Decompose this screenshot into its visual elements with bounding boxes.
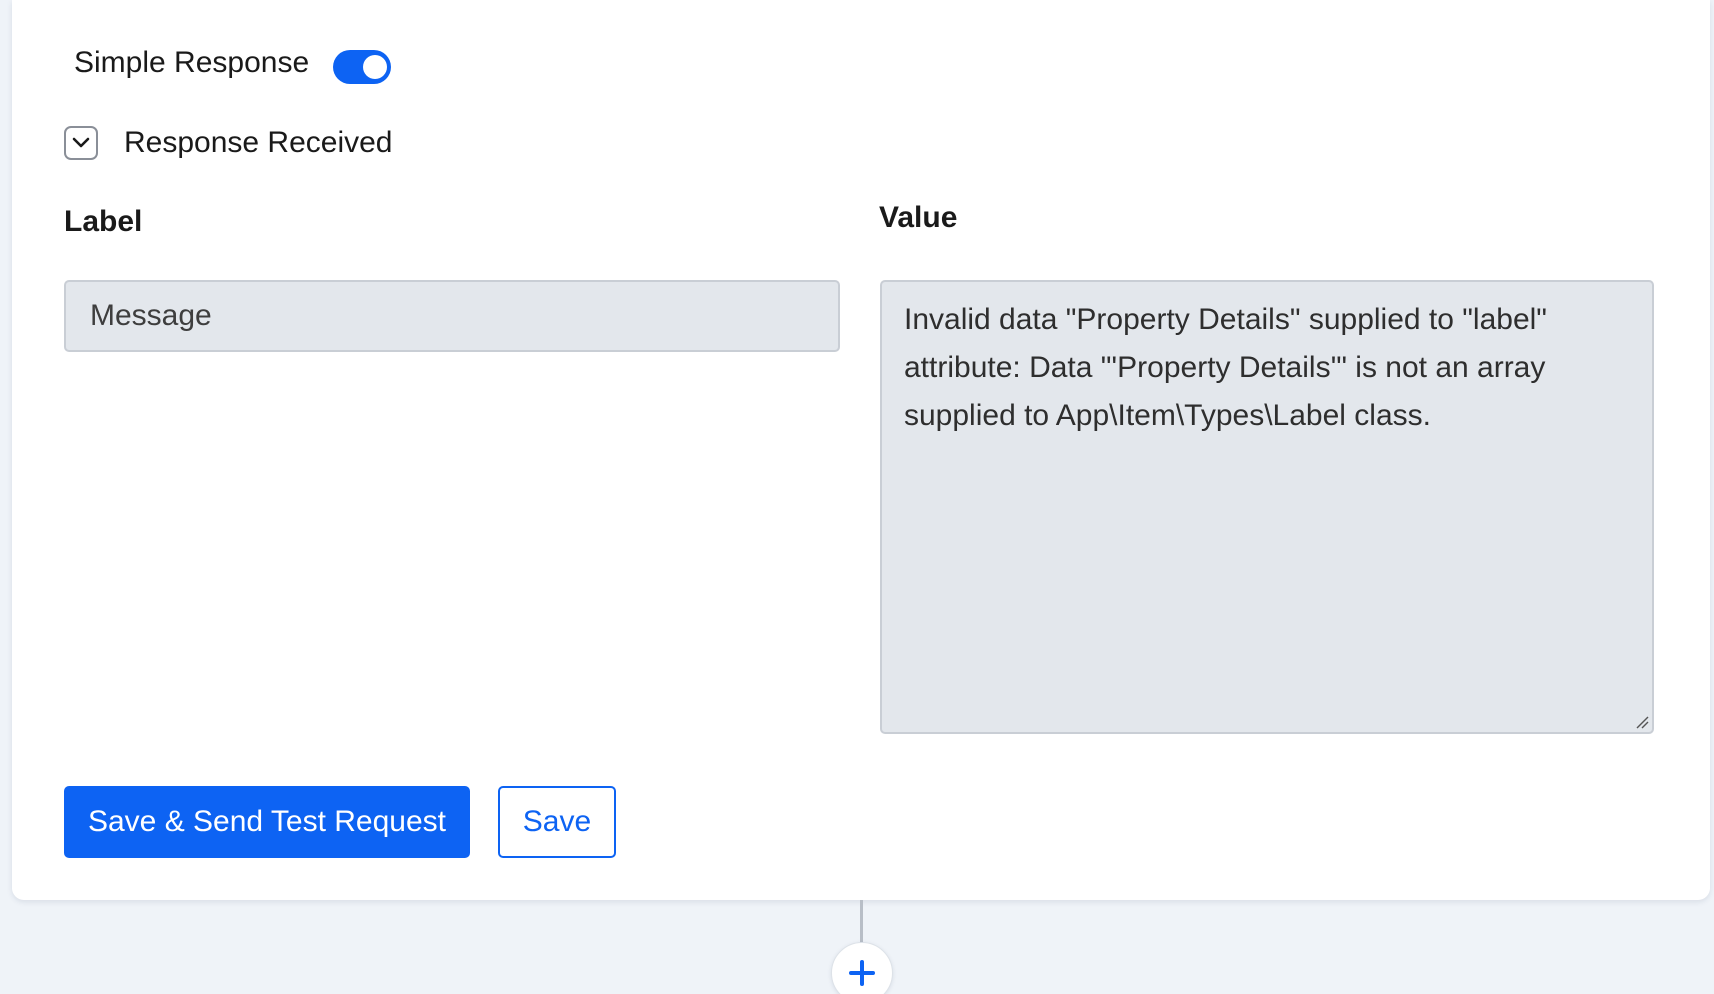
flow-connector-line xyxy=(860,900,863,946)
save-and-send-test-request-button[interactable]: Save & Send Test Request xyxy=(64,786,470,858)
toggle-knob xyxy=(363,55,388,79)
plus-icon xyxy=(849,960,875,986)
page: Simple Response Response Received Label … xyxy=(0,0,1714,994)
chevron-down-icon xyxy=(72,137,90,148)
response-received-collapse-button[interactable] xyxy=(64,126,98,160)
value-textarea[interactable]: Invalid data "Property Details" supplied… xyxy=(880,280,1654,734)
response-received-row: Response Received xyxy=(64,123,393,163)
response-card: Simple Response Response Received Label … xyxy=(12,0,1710,900)
save-button[interactable]: Save xyxy=(498,786,616,858)
label-column-heading: Label xyxy=(64,205,143,238)
simple-response-toggle[interactable] xyxy=(333,50,392,84)
simple-response-row: Simple Response xyxy=(74,42,392,84)
response-received-title: Response Received xyxy=(124,126,393,159)
label-input[interactable] xyxy=(64,280,840,352)
resize-handle-icon[interactable] xyxy=(1635,715,1649,729)
value-text: Invalid data "Property Details" supplied… xyxy=(904,303,1547,432)
simple-response-label: Simple Response xyxy=(74,46,310,79)
add-step-button[interactable] xyxy=(831,942,893,994)
value-column-heading: Value xyxy=(879,201,958,234)
